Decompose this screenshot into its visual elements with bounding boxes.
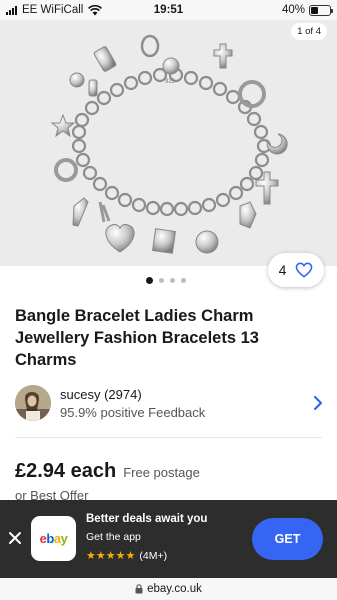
price: £2.94 each bbox=[15, 460, 117, 482]
star-icon: ★ bbox=[105, 550, 116, 562]
watch-button[interactable]: 4 bbox=[268, 253, 324, 287]
seller-row[interactable]: sucesy (2974) 95.9% positive Feedback bbox=[15, 382, 327, 426]
postage: Free postage bbox=[123, 465, 200, 480]
status-right: 40% bbox=[281, 4, 333, 16]
product-image[interactable]: 925 bbox=[0, 20, 337, 266]
seller-feedback: 95.9% positive Feedback bbox=[60, 405, 206, 420]
close-icon[interactable] bbox=[8, 531, 22, 545]
status-bar: EE WiFiCall 19:51 40% bbox=[0, 0, 337, 20]
pager-dot[interactable] bbox=[170, 278, 175, 283]
chevron-right-icon[interactable] bbox=[313, 395, 323, 411]
url-bar[interactable]: ebay.co.uk bbox=[0, 578, 337, 600]
divider bbox=[15, 437, 322, 438]
watch-count: 4 bbox=[278, 262, 287, 278]
pager-dot[interactable] bbox=[159, 278, 164, 283]
get-app-button[interactable]: GET bbox=[252, 518, 323, 560]
pager-dot[interactable] bbox=[181, 278, 186, 283]
lock-icon bbox=[135, 584, 143, 594]
seller-name[interactable]: sucesy (2974) bbox=[60, 387, 142, 402]
pager-dot[interactable] bbox=[146, 277, 153, 284]
image-pager[interactable] bbox=[146, 277, 186, 284]
product-image-gallery[interactable]: 925 1 of 4 bbox=[0, 20, 337, 266]
heart-icon bbox=[296, 262, 313, 278]
image-counter: 1 of 4 bbox=[291, 23, 327, 40]
banner-subtitle: Get the app bbox=[86, 531, 141, 543]
rating-count: (4M+) bbox=[139, 550, 168, 562]
star-rating: ★★★★★ bbox=[86, 550, 135, 562]
battery-icon bbox=[309, 4, 333, 16]
banner-title: Better deals await you bbox=[86, 513, 208, 525]
battery-fill bbox=[311, 6, 319, 14]
app-rating: ★★★★★ (4M+) bbox=[86, 550, 167, 562]
battery-percent: 40% bbox=[281, 4, 305, 16]
url-domain: ebay.co.uk bbox=[147, 583, 202, 595]
price-row: £2.94 each Free postage bbox=[15, 460, 200, 483]
ebay-app-icon: ebay bbox=[31, 516, 76, 561]
star-icon: ★ bbox=[125, 550, 136, 562]
seller-avatar bbox=[15, 385, 51, 421]
star-icon: ★ bbox=[115, 550, 126, 562]
star-icon: ★ bbox=[95, 550, 106, 562]
star-icon: ★ bbox=[86, 550, 96, 562]
svg-text:925: 925 bbox=[165, 79, 176, 85]
app-install-banner: ebay Better deals await you Get the app … bbox=[0, 500, 337, 578]
listing-title: Bangle Bracelet Ladies Charm Jewellery F… bbox=[15, 307, 259, 369]
